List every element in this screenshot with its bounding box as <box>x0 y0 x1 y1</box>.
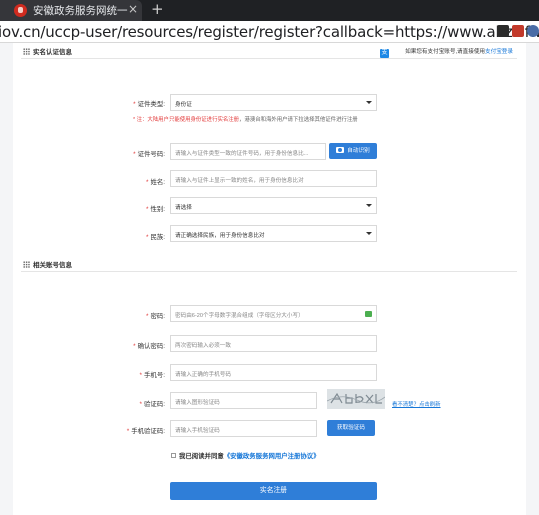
password-label: * 密码: <box>145 313 165 320</box>
extension-icon[interactable] <box>527 25 539 37</box>
captcha-graphic <box>327 389 385 409</box>
id-number-input[interactable]: 请输入与证件类型一致的证件号码，用于身份信息比... <box>170 143 326 160</box>
captcha-refresh-link[interactable]: 看不清楚？点击刷新 <box>392 402 442 409</box>
id-number-label: * 证件号码: <box>133 151 165 158</box>
captcha-input[interactable]: 请输入图形验证码 <box>170 392 317 409</box>
alipay-login-link[interactable]: 支付宝登录 <box>485 49 513 55</box>
sms-code-label: * 手机验证码: <box>126 428 165 435</box>
captcha-label: * 验证码: <box>139 401 165 408</box>
grid-icon <box>23 48 30 55</box>
alipay-hint-text: 如果您有支付宝账号,请直接使用 <box>405 49 486 55</box>
grid-icon <box>23 261 30 268</box>
phone-label: * 手机号: <box>139 372 165 379</box>
name-label: * 姓名: <box>145 179 165 186</box>
auto-recognize-button[interactable]: 自动识别 <box>329 143 377 159</box>
browser-tab-strip: 安徽政务服务网统一 × + <box>0 0 539 21</box>
new-tab-button[interactable]: + <box>151 0 164 18</box>
register-submit-button[interactable]: 实名注册 <box>170 482 377 500</box>
password-input[interactable]: 密码由6-20个字母数字混合组成（字母区分大小写） <box>170 305 377 322</box>
page-background: 实名认证信息 如果您有支付宝账号,请直接使用支付宝登录 支 * 证件类型: 身份证… <box>0 43 539 515</box>
chevron-down-icon <box>366 232 372 235</box>
browser-tab[interactable]: 安徽政务服务网统一 × <box>0 0 142 21</box>
id-type-value: 身份证 <box>175 102 192 108</box>
ethnicity-label: * 民族: <box>145 234 165 241</box>
agree-checkbox[interactable] <box>171 453 176 458</box>
name-input[interactable]: 请输入与证件上显示一致的姓名，用于身份信息比对 <box>170 170 377 187</box>
password-strength-icon <box>365 311 372 317</box>
section-title: 相关账号信息 <box>33 262 72 269</box>
captcha-image[interactable] <box>327 389 385 409</box>
section-header-account: 相关账号信息 <box>21 258 517 272</box>
section-header-realname: 实名认证信息 如果您有支付宝账号,请直接使用支付宝登录 <box>21 45 517 59</box>
extension-icon[interactable] <box>512 25 524 37</box>
registration-panel: 实名认证信息 如果您有支付宝账号,请直接使用支付宝登录 支 * 证件类型: 身份证… <box>13 43 526 515</box>
sms-code-input[interactable]: 请输入手机验证码 <box>170 420 317 437</box>
id-type-note: * 注：大陆用户只能使用身份证进行实名注册，港澳台和海外用户请下拉选择其他证件进… <box>133 117 358 123</box>
id-type-label: * 证件类型: <box>133 101 165 108</box>
get-sms-code-button[interactable]: 获取验证码 <box>327 420 375 436</box>
tab-close-icon[interactable]: × <box>128 2 138 16</box>
agreement-link[interactable]: 《安徽政务服务网用户注册协议》 <box>224 453 320 460</box>
address-bar[interactable]: iov.cn/uccp-user/resources/register/regi… <box>0 21 539 43</box>
extension-icon[interactable] <box>497 25 509 37</box>
id-type-select[interactable]: 身份证 <box>170 94 377 111</box>
confirm-password-label: * 确认密码: <box>133 343 165 350</box>
camera-icon <box>336 147 345 153</box>
chevron-down-icon <box>366 204 372 207</box>
gender-label: * 性别: <box>145 206 165 213</box>
tab-title: 安徽政务服务网统一 <box>33 5 128 17</box>
section-title: 实名认证信息 <box>33 49 72 56</box>
gender-select[interactable]: 请选择 <box>170 197 377 214</box>
confirm-password-input[interactable]: 两次密码输入必须一致 <box>170 335 377 352</box>
chevron-down-icon <box>366 101 372 104</box>
phone-input[interactable]: 请输入正确的手机号码 <box>170 364 377 381</box>
url-text[interactable]: iov.cn/uccp-user/resources/register/regi… <box>0 23 539 41</box>
alipay-icon: 支 <box>380 49 389 58</box>
ethnicity-select[interactable]: 请正确选择民族，用于身份信息比对 <box>170 225 377 242</box>
site-favicon-icon <box>14 4 27 17</box>
alipay-hint: 如果您有支付宝账号,请直接使用支付宝登录 <box>405 47 513 55</box>
agreement-text: 我已阅读并同意《安徽政务服务网用户注册协议》 <box>179 453 320 460</box>
